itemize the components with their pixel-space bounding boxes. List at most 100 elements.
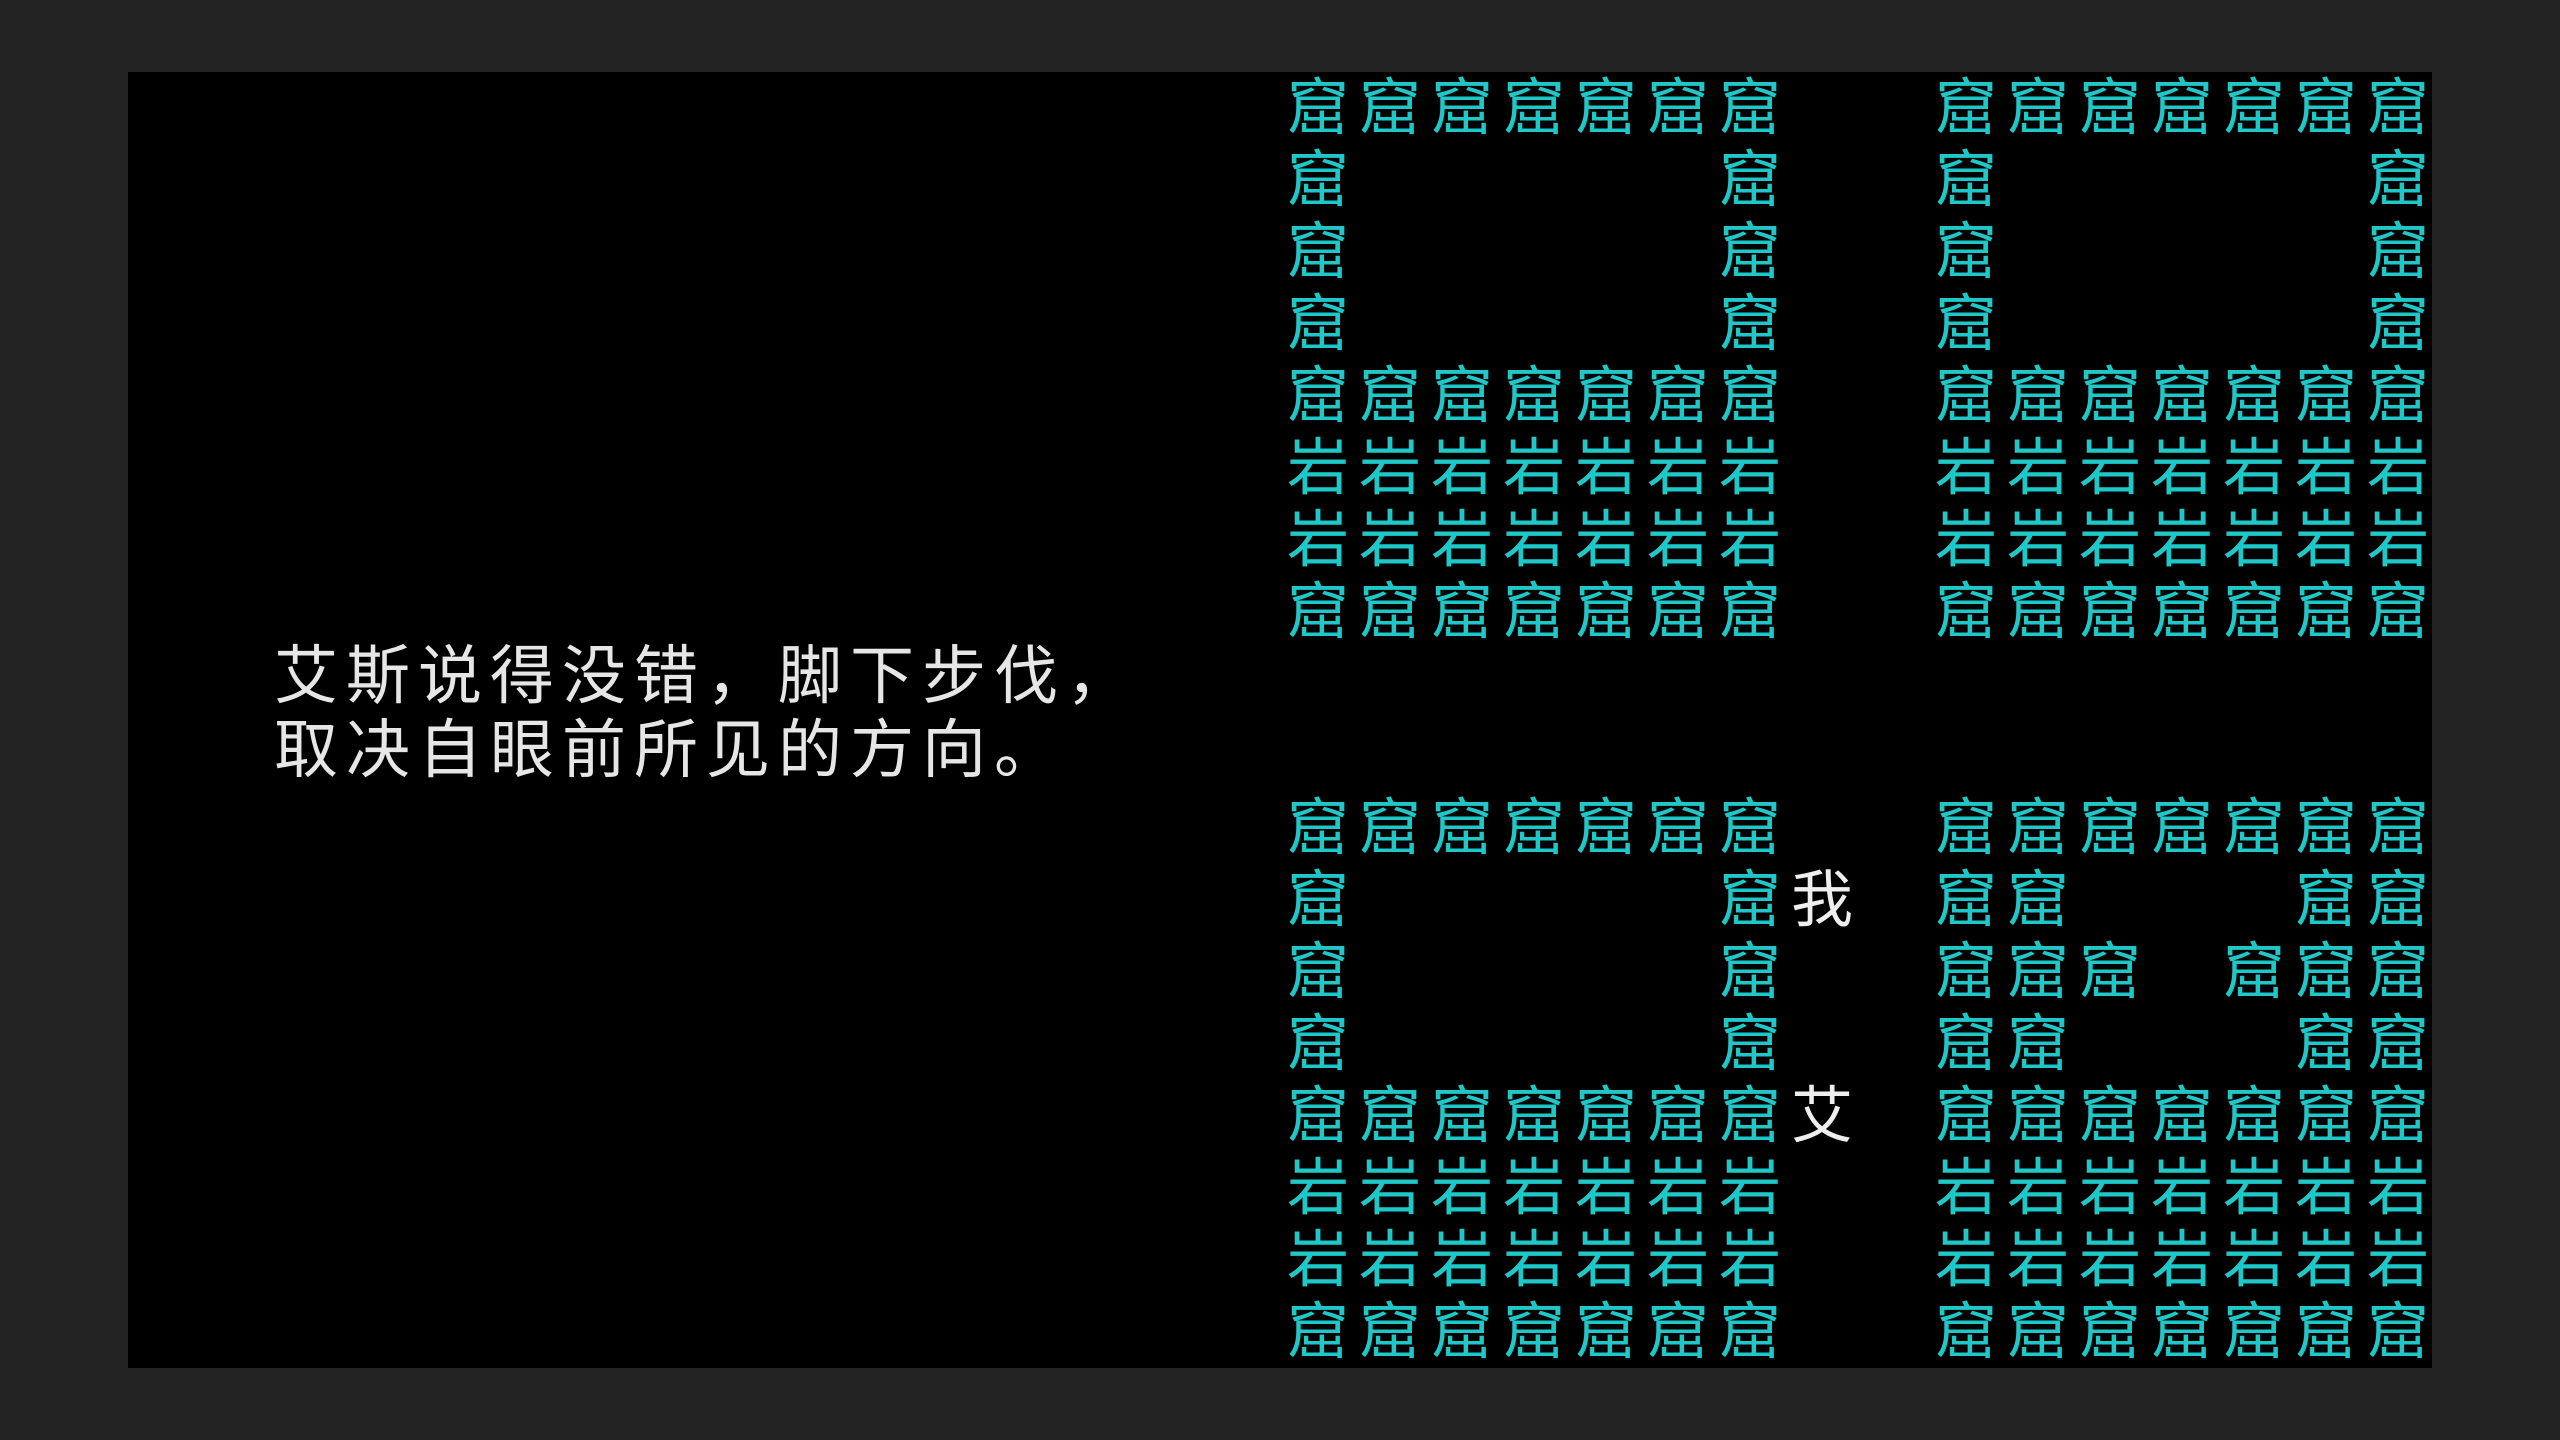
wall-tile: 窟 — [1718, 287, 1781, 360]
wall-tile: 窟 — [2006, 1295, 2069, 1368]
wall-tile: 窟 — [1934, 215, 1997, 288]
rock-tile: 岩 — [1646, 431, 1709, 504]
wall-tile: 窟 — [1358, 72, 1421, 144]
rock-tile: 岩 — [2222, 1223, 2285, 1296]
rock-tile: 岩 — [2150, 503, 2213, 576]
rock-tile: 岩 — [1574, 503, 1637, 576]
wall-tile: 窟 — [2366, 359, 2429, 432]
rock-tile: 岩 — [1934, 1151, 1997, 1224]
wall-tile: 窟 — [2366, 863, 2429, 936]
wall-tile: 窟 — [1502, 791, 1565, 864]
wall-tile: 窟 — [1502, 359, 1565, 432]
wall-tile: 窟 — [1286, 287, 1349, 360]
rock-tile: 岩 — [1574, 1223, 1637, 1296]
wall-tile: 窟 — [1934, 287, 1997, 360]
wall-tile: 窟 — [1430, 1295, 1493, 1368]
wall-tile: 窟 — [1934, 863, 1997, 936]
rock-tile: 岩 — [1286, 1151, 1349, 1224]
wall-tile: 窟 — [1646, 359, 1709, 432]
wall-tile: 窟 — [1286, 215, 1349, 288]
rock-tile: 岩 — [1286, 1223, 1349, 1296]
wall-tile: 窟 — [1718, 359, 1781, 432]
wall-tile: 窟 — [2366, 791, 2429, 864]
wall-tile: 窟 — [1430, 575, 1493, 648]
rock-tile: 岩 — [1934, 431, 1997, 504]
wall-tile: 窟 — [2366, 1007, 2429, 1080]
wall-tile: 窟 — [1286, 359, 1349, 432]
narration-line-2: 取决自眼前所见的方向。 — [274, 714, 1066, 788]
rock-tile: 岩 — [2222, 1151, 2285, 1224]
wall-tile: 窟 — [2222, 935, 2285, 1008]
rock-tile: 岩 — [1430, 503, 1493, 576]
wall-tile: 窟 — [2006, 1007, 2069, 1080]
wall-tile: 窟 — [2006, 575, 2069, 648]
wall-tile: 窟 — [2366, 72, 2429, 144]
wall-tile: 窟 — [1502, 1295, 1565, 1368]
wall-tile: 窟 — [2150, 791, 2213, 864]
rock-tile: 岩 — [2366, 431, 2429, 504]
wall-tile: 窟 — [2078, 935, 2141, 1008]
wall-tile: 窟 — [1358, 1079, 1421, 1152]
wall-tile: 窟 — [2006, 359, 2069, 432]
wall-tile: 窟 — [1934, 359, 1997, 432]
wall-tile: 窟 — [1430, 1079, 1493, 1152]
game-screen[interactable]: 艾斯说得没错，脚下步伐， 取决自眼前所见的方向。 窟窟窟窟窟窟窟窟窟窟窟窟窟窟窟… — [128, 72, 2432, 1368]
wall-tile: 窟 — [2294, 935, 2357, 1008]
wall-tile: 窟 — [2078, 72, 2141, 144]
wall-tile: 窟 — [2366, 1295, 2429, 1368]
wall-tile: 窟 — [1646, 1295, 1709, 1368]
rock-tile: 岩 — [1358, 503, 1421, 576]
wall-tile: 窟 — [1934, 1007, 1997, 1080]
rock-tile: 岩 — [2006, 503, 2069, 576]
wall-tile: 窟 — [1646, 1079, 1709, 1152]
wall-tile: 窟 — [1430, 791, 1493, 864]
rock-tile: 岩 — [2366, 1151, 2429, 1224]
rock-tile: 岩 — [2294, 1151, 2357, 1224]
rock-tile: 岩 — [2294, 431, 2357, 504]
wall-tile: 窟 — [2078, 791, 2141, 864]
rock-tile: 岩 — [1646, 503, 1709, 576]
rock-tile: 岩 — [2006, 1223, 2069, 1296]
wall-tile: 窟 — [1286, 1079, 1349, 1152]
rock-tile: 岩 — [1502, 503, 1565, 576]
rock-tile: 岩 — [2150, 1151, 2213, 1224]
wall-tile: 窟 — [2222, 575, 2285, 648]
wall-tile: 窟 — [1502, 1079, 1565, 1152]
rock-tile: 岩 — [1430, 1151, 1493, 1224]
rock-tile: 岩 — [1430, 1223, 1493, 1296]
rock-tile: 岩 — [1574, 431, 1637, 504]
rock-tile: 岩 — [1934, 503, 1997, 576]
wall-tile: 窟 — [1646, 72, 1709, 144]
wall-tile: 窟 — [2366, 143, 2429, 216]
wall-tile: 窟 — [1574, 1295, 1637, 1368]
wall-tile: 窟 — [2006, 863, 2069, 936]
wall-tile: 窟 — [2006, 72, 2069, 144]
player-character: 我 — [1790, 863, 1853, 936]
wall-tile: 窟 — [1286, 143, 1349, 216]
wall-tile: 窟 — [1286, 72, 1349, 144]
wall-tile: 窟 — [2294, 863, 2357, 936]
wall-tile: 窟 — [1718, 215, 1781, 288]
wall-tile: 窟 — [1718, 1295, 1781, 1368]
rock-tile: 岩 — [1718, 1223, 1781, 1296]
rock-tile: 岩 — [1358, 431, 1421, 504]
rock-tile: 岩 — [1934, 1223, 1997, 1296]
narration-text: 艾斯说得没错，脚下步伐， 取决自眼前所见的方向。 — [274, 640, 1138, 788]
rock-tile: 岩 — [2222, 431, 2285, 504]
wall-tile: 窟 — [2150, 1079, 2213, 1152]
wall-tile: 窟 — [1358, 575, 1421, 648]
wall-tile: 窟 — [2366, 575, 2429, 648]
wall-tile: 窟 — [1430, 359, 1493, 432]
rock-tile: 岩 — [1718, 431, 1781, 504]
wall-tile: 窟 — [1718, 1079, 1781, 1152]
wall-tile: 窟 — [1934, 575, 1997, 648]
rock-tile: 岩 — [2150, 1223, 2213, 1296]
wall-tile: 窟 — [1934, 1079, 1997, 1152]
wall-tile: 窟 — [2006, 1079, 2069, 1152]
wall-tile: 窟 — [1574, 1079, 1637, 1152]
wall-tile: 窟 — [1718, 1007, 1781, 1080]
wall-tile: 窟 — [1934, 1295, 1997, 1368]
wall-tile: 窟 — [2294, 1295, 2357, 1368]
wall-tile: 窟 — [1718, 935, 1781, 1008]
wall-tile: 窟 — [1574, 72, 1637, 144]
